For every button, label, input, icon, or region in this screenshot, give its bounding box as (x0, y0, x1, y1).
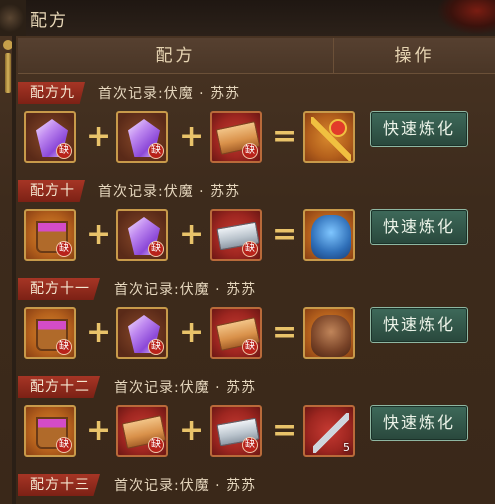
recipe-label: 配方十三 (18, 474, 100, 496)
quick-refine-button[interactable]: 快速炼化 (370, 209, 468, 245)
header-recipe: 配方 (18, 38, 334, 74)
recipe-row: 配方十二 首次记录:伏魔 · 苏苏 缺 + 缺 + 缺 = 5 快速炼化 (18, 372, 495, 470)
header-action: 操作 (394, 46, 435, 66)
first-record: 首次记录:伏魔 · 苏苏 (98, 86, 241, 102)
plus-symbol: + (179, 413, 205, 448)
missing-badge: 缺 (56, 339, 72, 355)
ingredient-slot[interactable]: 缺 (24, 307, 76, 359)
ingredient-slot[interactable]: 缺 (210, 307, 262, 359)
plus-symbol: + (179, 217, 205, 252)
quick-refine-button[interactable]: 快速炼化 (370, 405, 468, 441)
recipe-label: 配方十一 (18, 278, 100, 300)
window-title: 配方 (30, 11, 68, 31)
blue-monster-icon (311, 215, 351, 259)
golden-staff-icon (311, 117, 351, 161)
recipe-label: 配方十 (18, 180, 85, 202)
table-header: 配方 操作 (18, 38, 495, 74)
ingredient-slot[interactable]: 缺 (210, 405, 262, 457)
corner-ornament (435, 0, 495, 36)
plus-symbol: + (179, 315, 205, 350)
missing-badge: 缺 (56, 437, 72, 453)
equals-symbol: = (272, 217, 298, 252)
recipe-row: 配方九 首次记录:伏魔 · 苏苏 缺 + 缺 + 缺 = 快速炼化 (18, 78, 495, 176)
ingredient-slot[interactable]: 缺 (24, 209, 76, 261)
recipe-panel: 配方 配方 操作 配方九 首次记录:伏魔 · 苏苏 缺 + 缺 + 缺 = 快速… (0, 0, 495, 504)
recipe-label: 配方十二 (18, 376, 100, 398)
result-slot[interactable] (303, 111, 355, 163)
item-count: 5 (343, 441, 350, 454)
plus-symbol: + (86, 119, 112, 154)
ingredient-slot[interactable]: 缺 (116, 111, 168, 163)
ingredient-slot[interactable]: 缺 (116, 307, 168, 359)
plus-symbol: + (86, 217, 112, 252)
recipe-row: 配方十三 首次记录:伏魔 · 苏苏 (18, 470, 495, 504)
plus-symbol: + (86, 413, 112, 448)
side-strip (12, 36, 16, 504)
missing-badge: 缺 (148, 339, 164, 355)
horned-beast-icon (311, 315, 351, 357)
ingredient-slot[interactable]: 缺 (116, 405, 168, 457)
result-slot[interactable] (303, 307, 355, 359)
missing-badge: 缺 (242, 143, 258, 159)
result-slot[interactable] (303, 209, 355, 261)
recipe-row: 配方十一 首次记录:伏魔 · 苏苏 缺 + 缺 + 缺 = 快速炼化 (18, 274, 495, 372)
recipe-label: 配方九 (18, 82, 85, 104)
missing-badge: 缺 (242, 339, 258, 355)
missing-badge: 缺 (148, 143, 164, 159)
missing-badge: 缺 (56, 241, 72, 257)
missing-badge: 缺 (242, 241, 258, 257)
ingredient-slot[interactable]: 缺 (210, 111, 262, 163)
missing-badge: 缺 (56, 143, 72, 159)
ingredient-slot[interactable]: 缺 (116, 209, 168, 261)
title-bar: 配方 (0, 0, 495, 36)
first-record: 首次记录:伏魔 · 苏苏 (98, 184, 241, 200)
plus-symbol: + (86, 315, 112, 350)
result-slot[interactable]: 5 (303, 405, 355, 457)
equals-symbol: = (272, 413, 298, 448)
missing-badge: 缺 (148, 437, 164, 453)
plus-symbol: + (179, 119, 205, 154)
ingredient-slot[interactable]: 缺 (210, 209, 262, 261)
first-record: 首次记录:伏魔 · 苏苏 (114, 282, 257, 298)
first-record: 首次记录:伏魔 · 苏苏 (114, 478, 257, 494)
ingredient-slot[interactable]: 缺 (24, 111, 76, 163)
quick-refine-button[interactable]: 快速炼化 (370, 111, 468, 147)
missing-badge: 缺 (242, 437, 258, 453)
missing-badge: 缺 (148, 241, 164, 257)
ingredient-slot[interactable]: 缺 (24, 405, 76, 457)
quick-refine-button[interactable]: 快速炼化 (370, 307, 468, 343)
equals-symbol: = (272, 315, 298, 350)
title-ornament-icon (0, 0, 26, 36)
equals-symbol: = (272, 119, 298, 154)
first-record: 首次记录:伏魔 · 苏苏 (114, 380, 257, 396)
recipe-row: 配方十 首次记录:伏魔 · 苏苏 缺 + 缺 + 缺 = 快速炼化 (18, 176, 495, 274)
